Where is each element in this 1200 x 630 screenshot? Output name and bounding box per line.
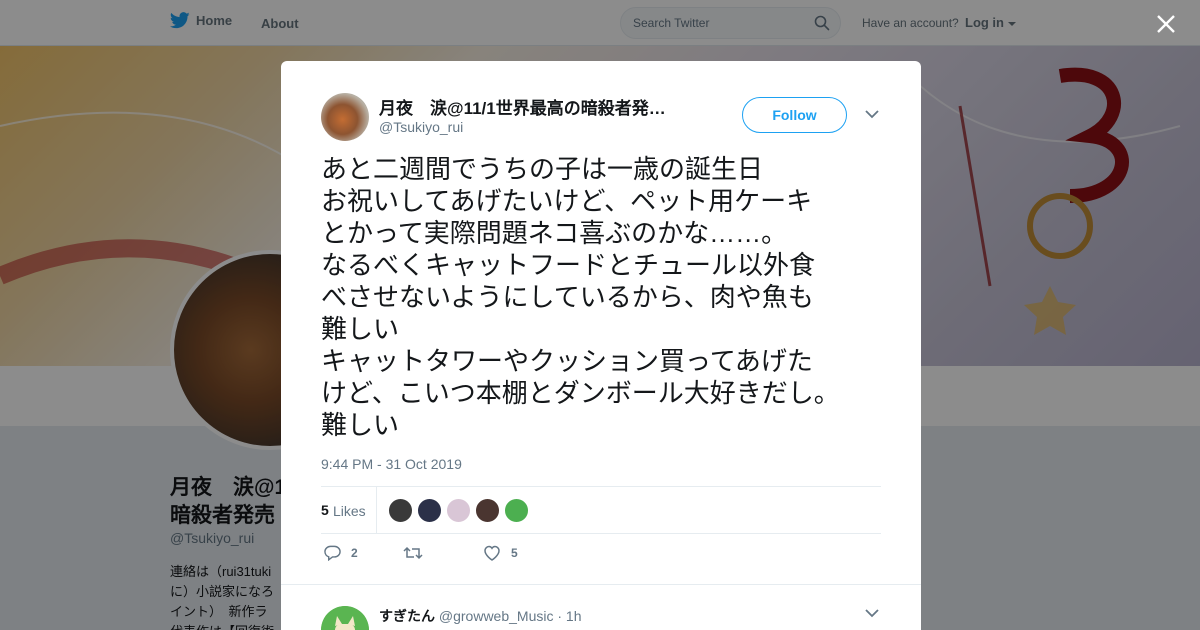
reply-divider — [281, 584, 921, 594]
liker-avatar[interactable] — [504, 498, 529, 523]
like-action[interactable]: 5 — [483, 545, 518, 561]
likes-count[interactable]: 5 — [321, 502, 329, 518]
likes-label[interactable]: Likes — [333, 503, 366, 519]
reply-header: すぎたん @growweb_Music · 1h — [379, 606, 582, 626]
tweet-timestamp[interactable]: 9:44 PM - 31 Oct 2019 — [321, 456, 462, 472]
stats-divider — [376, 487, 377, 533]
retweet-action[interactable] — [403, 545, 433, 561]
chevron-down-icon[interactable] — [865, 109, 879, 119]
reply-icon — [324, 545, 341, 561]
reply-time[interactable]: · 1h — [557, 608, 581, 624]
liker-avatar[interactable] — [446, 498, 471, 523]
heart-icon — [484, 545, 500, 561]
tweet-modal: 月夜 涙@11/1世界最高の暗殺者発… @Tsukiyo_rui Follow … — [281, 61, 921, 630]
chevron-down-icon[interactable] — [865, 608, 879, 618]
reply-avatar[interactable] — [321, 606, 369, 630]
author-name[interactable]: 月夜 涙@11/1世界最高の暗殺者発… — [379, 94, 699, 119]
tweet-stats: 5 Likes — [321, 486, 881, 534]
like-count: 5 — [511, 546, 518, 560]
retweet-icon — [403, 546, 423, 560]
reply-author-name[interactable]: すぎたん — [379, 608, 435, 624]
follow-button[interactable]: Follow — [742, 97, 847, 133]
author-avatar[interactable] — [321, 93, 369, 141]
reply-avatar-art — [321, 606, 369, 630]
reply-count: 2 — [351, 546, 358, 560]
author-handle[interactable]: @Tsukiyo_rui — [379, 119, 463, 135]
liker-avatar[interactable] — [417, 498, 442, 523]
close-icon[interactable] — [1156, 14, 1176, 34]
liker-avatar[interactable] — [388, 498, 413, 523]
reply-action[interactable]: 2 — [324, 545, 358, 561]
reply-author-handle[interactable]: @growweb_Music — [439, 608, 554, 624]
tweet-text: あと二週間でうちの子は一歳の誕生日 お祝いしてあげたいけど、ペット用ケーキ とか… — [321, 154, 840, 440]
liker-avatar[interactable] — [475, 498, 500, 523]
tweet-actions: 2 5 — [321, 545, 881, 565]
